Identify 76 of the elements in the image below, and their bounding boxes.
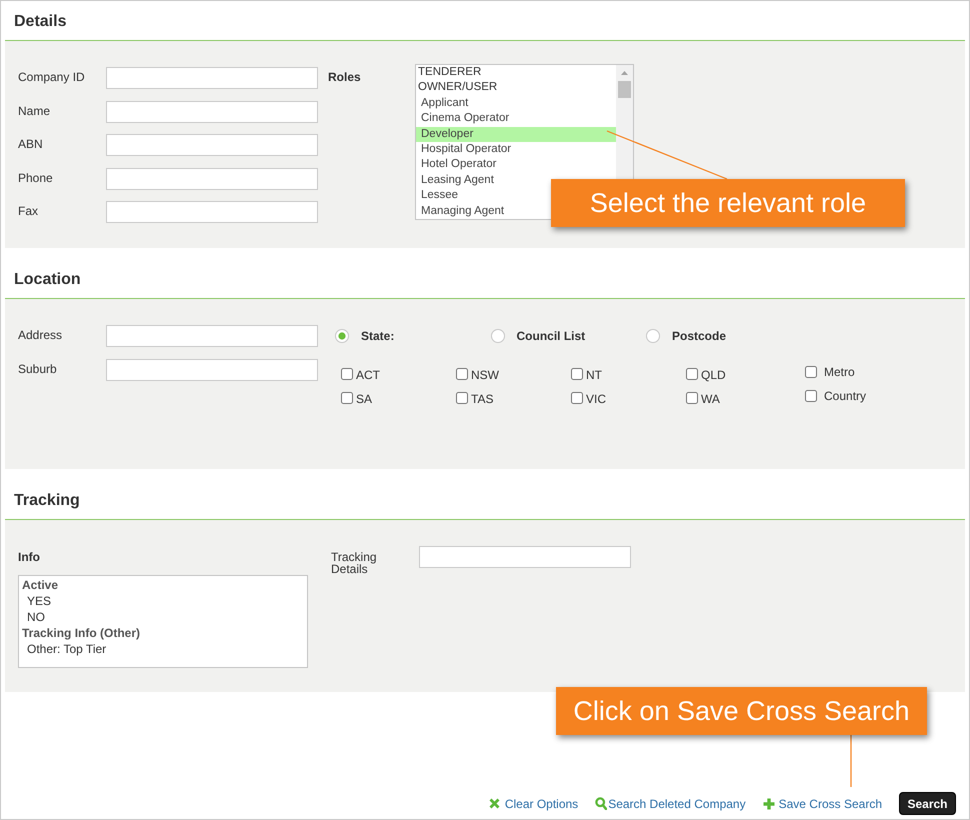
- clear-options-link[interactable]: Clear Options: [488, 796, 578, 810]
- checkbox-label[interactable]: VIC: [586, 390, 606, 406]
- checkbox[interactable]: [341, 392, 353, 404]
- field-label: ABN: [18, 137, 44, 151]
- field-label: Roles: [328, 70, 362, 84]
- plus-icon: [762, 798, 775, 810]
- checkbox[interactable]: [456, 368, 468, 380]
- search-button[interactable]: Search: [899, 792, 956, 815]
- checkbox-label[interactable]: TAS: [471, 390, 494, 406]
- list-option[interactable]: OWNER/USER: [416, 80, 500, 96]
- list-group-heading: Tracking Info (Other): [21, 625, 142, 641]
- input-field[interactable]: [106, 359, 318, 381]
- list-option[interactable]: Managing Agent: [416, 204, 508, 219]
- radio-button[interactable]: [490, 329, 504, 343]
- radio-label[interactable]: Postcode: [672, 329, 726, 343]
- list-option[interactable]: Cinema Operator: [416, 111, 512, 127]
- checkbox-label[interactable]: ACT: [356, 366, 380, 382]
- list-option[interactable]: YES: [19, 593, 54, 609]
- checkbox-label[interactable]: QLD: [701, 366, 726, 382]
- field-label: Tracking Details: [331, 551, 378, 575]
- list-group-heading: Active: [21, 577, 60, 593]
- input-field[interactable]: [106, 100, 318, 122]
- list-option[interactable]: Leasing Agent: [416, 172, 497, 188]
- list-option[interactable]: Applicant: [416, 96, 472, 112]
- checkbox[interactable]: [686, 368, 698, 380]
- radio-label[interactable]: State:: [361, 329, 394, 343]
- radio-button[interactable]: [646, 329, 660, 343]
- list-option[interactable]: TENDERER: [416, 65, 484, 80]
- save-search-link[interactable]: Save Cross Search: [762, 796, 882, 810]
- input-field[interactable]: [106, 67, 318, 89]
- checkbox[interactable]: [456, 392, 468, 404]
- input-field[interactable]: [419, 546, 631, 568]
- checkbox[interactable]: [341, 368, 353, 380]
- leader-line: [849, 735, 853, 787]
- list-option[interactable]: Other: Top Tier: [19, 641, 110, 657]
- checkbox-label[interactable]: WA: [701, 390, 720, 406]
- scrollbar-thumb[interactable]: [618, 81, 631, 98]
- radio-button[interactable]: [335, 329, 349, 343]
- checkbox-label[interactable]: SA: [356, 390, 372, 406]
- section-title: Tracking: [14, 492, 80, 510]
- checkbox[interactable]: [805, 390, 817, 402]
- checkbox[interactable]: [571, 392, 583, 404]
- checkbox-label[interactable]: NT: [586, 366, 602, 382]
- checkbox[interactable]: [571, 368, 583, 380]
- list-option[interactable]: NO: [19, 609, 48, 625]
- section-title: Details: [14, 13, 66, 31]
- search-icon: [595, 797, 608, 810]
- input-field[interactable]: [106, 134, 318, 156]
- checkbox-label[interactable]: Country: [824, 389, 866, 403]
- checkbox[interactable]: [805, 366, 817, 378]
- checkbox-label[interactable]: Metro: [824, 365, 855, 379]
- checkbox[interactable]: [686, 392, 698, 404]
- field-label: Suburb: [18, 362, 58, 376]
- input-field[interactable]: [106, 201, 318, 223]
- input-field[interactable]: [106, 168, 318, 190]
- list-option[interactable]: Hospital Operator: [416, 142, 514, 158]
- list-option[interactable]: Developer: [416, 126, 616, 142]
- field-label: Name: [18, 104, 52, 118]
- field-label: Company ID: [18, 70, 86, 84]
- field-label: Address: [18, 328, 64, 342]
- input-field[interactable]: [106, 325, 318, 347]
- search-deleted-link[interactable]: Search Deleted Company: [595, 796, 746, 810]
- section-title: Location: [14, 271, 81, 289]
- list-option[interactable]: Lessee: [416, 188, 462, 204]
- field-label: Fax: [18, 204, 40, 218]
- scrollbar[interactable]: [616, 65, 633, 179]
- field-label: Info: [18, 550, 40, 564]
- callout-label: Click on Save Cross Search: [556, 687, 927, 735]
- checkbox-label[interactable]: NSW: [471, 366, 499, 382]
- callout-label: Select the relevant role: [551, 179, 905, 227]
- list-option[interactable]: Hotel Operator: [416, 157, 500, 173]
- scroll-up-arrow-icon[interactable]: [621, 71, 628, 75]
- x-icon: [488, 798, 500, 809]
- field-label: Phone: [18, 170, 54, 184]
- radio-label[interactable]: Council List: [516, 329, 586, 343]
- info-listbox[interactable]: Active YES NO Tracking Info (Other) Other: Top Tier: [18, 575, 308, 668]
